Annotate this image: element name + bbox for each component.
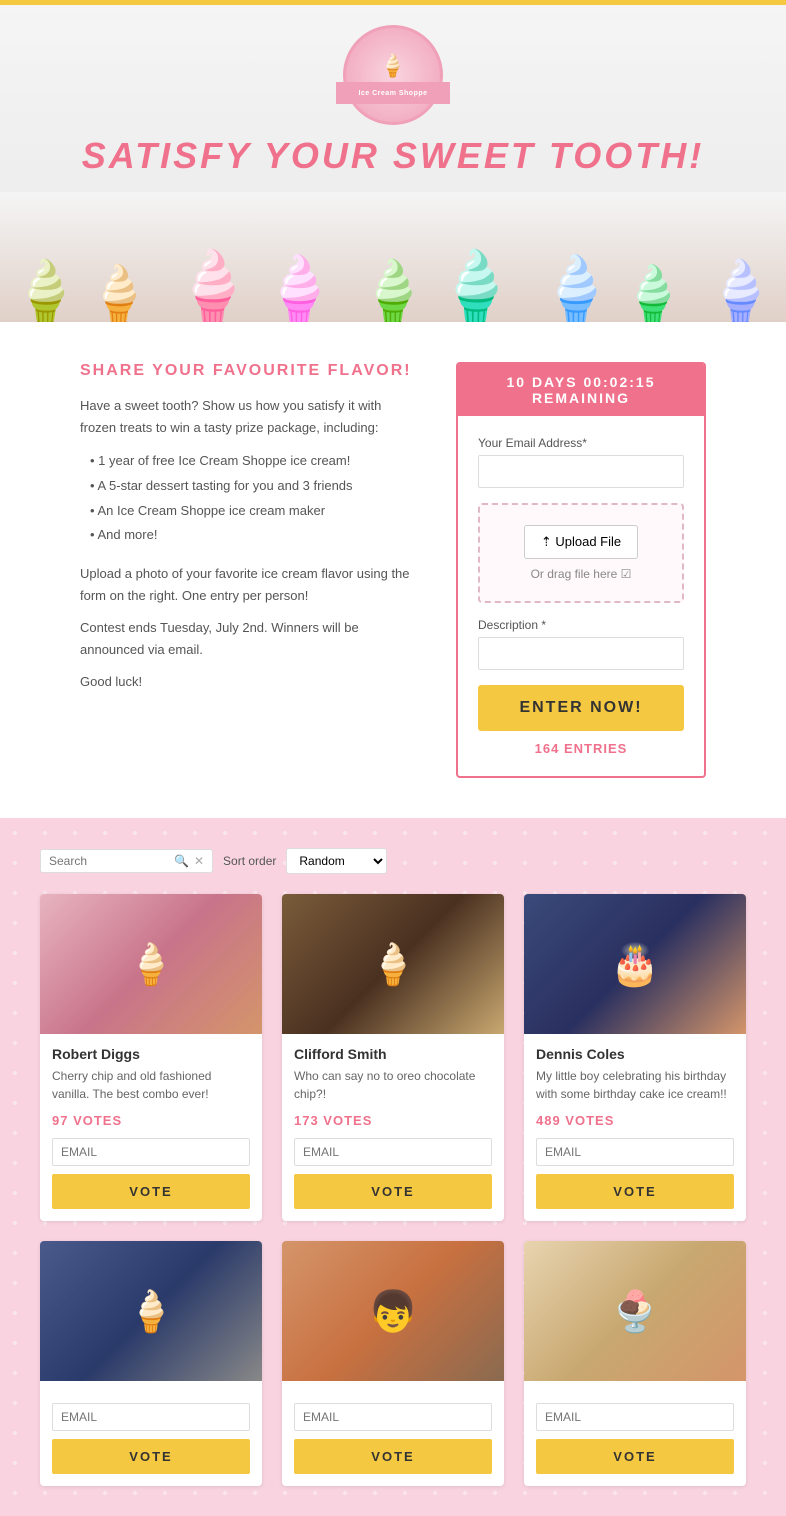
- search-box: 🔍 ✕: [40, 849, 213, 873]
- prize-list: 1 year of free Ice Cream Shoppe ice crea…: [80, 449, 416, 548]
- description-input[interactable]: [478, 637, 684, 670]
- drag-icon: ☑: [621, 567, 632, 581]
- card-body-5: VOTE: [282, 1381, 504, 1486]
- contest-form: 10 DAYS 00:02:15 REMAINING Your Email Ad…: [456, 362, 706, 778]
- left-panel: SHARE YOUR FAVOURITE FLAVOR! Have a swee…: [80, 362, 416, 778]
- main-content: SHARE YOUR FAVOURITE FLAVOR! Have a swee…: [0, 322, 786, 818]
- prize-item-2: A 5-star dessert tasting for you and 3 f…: [90, 474, 416, 499]
- card-email-4[interactable]: [52, 1403, 250, 1431]
- card-votes-3: 489 VOTES: [536, 1113, 734, 1128]
- contest-info: Contest ends Tuesday, July 2nd. Winners …: [80, 617, 416, 661]
- card-image-1: 🍦: [40, 894, 262, 1034]
- drag-text: Or drag file here ☑: [500, 567, 662, 581]
- card-desc-2: Who can say no to oreo chocolate chip?!: [294, 1067, 492, 1103]
- hero-image-bar: 🍦 🍦 🍦 🍦 🍦 🍦 🍦 🍦 🍦: [0, 192, 786, 322]
- card-email-6[interactable]: [536, 1403, 734, 1431]
- card-name-2: Clifford Smith: [294, 1046, 492, 1062]
- vote-button-3[interactable]: VOTE: [536, 1174, 734, 1209]
- email-label: Your Email Address*: [478, 436, 684, 450]
- vote-button-1[interactable]: VOTE: [52, 1174, 250, 1209]
- contest-box: 10 DAYS 00:02:15 REMAINING Your Email Ad…: [456, 362, 706, 778]
- gallery-card: 🍨 VOTE: [524, 1241, 746, 1486]
- prize-item-1: 1 year of free Ice Cream Shoppe ice crea…: [90, 449, 416, 474]
- vote-button-4[interactable]: VOTE: [52, 1439, 250, 1474]
- card-desc-3: My little boy celebrating his birthday w…: [536, 1067, 734, 1103]
- card-desc-1: Cherry chip and old fashioned vanilla. T…: [52, 1067, 250, 1103]
- upload-label: Upload File: [555, 534, 621, 549]
- card-email-2[interactable]: [294, 1138, 492, 1166]
- card-name-1: Robert Diggs: [52, 1046, 250, 1062]
- card-name-3: Dennis Coles: [536, 1046, 734, 1062]
- prize-item-4: And more!: [90, 523, 416, 548]
- good-luck: Good luck!: [80, 671, 416, 693]
- card-email-3[interactable]: [536, 1138, 734, 1166]
- description-label: Description *: [478, 618, 684, 632]
- card-email-1[interactable]: [52, 1138, 250, 1166]
- sort-select[interactable]: Random Most Votes Least Votes Newest Old…: [286, 848, 387, 874]
- vote-button-2[interactable]: VOTE: [294, 1174, 492, 1209]
- upload-area: ⇡ Upload File Or drag file here ☑: [478, 503, 684, 603]
- card-image-2: 🍦: [282, 894, 504, 1034]
- logo-circle: 🍦 Ice Cream Shoppe: [343, 25, 443, 125]
- hero-section: 🍦 Ice Cream Shoppe SATISFY YOUR SWEET TO…: [0, 5, 786, 322]
- gallery-card: 👦 VOTE: [282, 1241, 504, 1486]
- upload-icon: ⇡: [541, 534, 552, 549]
- entries-count: 164 ENTRIES: [478, 741, 684, 756]
- card-body-2: Clifford Smith Who can say no to oreo ch…: [282, 1034, 504, 1221]
- gallery-toolbar: 🔍 ✕ Sort order Random Most Votes Least V…: [40, 848, 746, 874]
- intro-text: Have a sweet tooth? Show us how you sati…: [80, 395, 416, 439]
- gallery-card: 🎂 Dennis Coles My little boy celebrating…: [524, 894, 746, 1221]
- hero-title: SATISFY YOUR SWEET TOOTH!: [0, 135, 786, 177]
- card-image-3: 🎂: [524, 894, 746, 1034]
- search-input[interactable]: [49, 854, 169, 868]
- prize-item-3: An Ice Cream Shoppe ice cream maker: [90, 499, 416, 524]
- gallery-grid: 🍦 Robert Diggs Cherry chip and old fashi…: [40, 894, 746, 1486]
- sort-label: Sort order: [223, 854, 276, 868]
- card-image-6: 🍨: [524, 1241, 746, 1381]
- card-votes-1: 97 VOTES: [52, 1113, 250, 1128]
- card-image-5: 👦: [282, 1241, 504, 1381]
- section-title: SHARE YOUR FAVOURITE FLAVOR!: [80, 362, 416, 380]
- clear-icon[interactable]: ✕: [194, 854, 204, 868]
- card-body-4: VOTE: [40, 1381, 262, 1486]
- timer-bar: 10 DAYS 00:02:15 REMAINING: [458, 364, 704, 416]
- upload-text: Upload a photo of your favorite ice crea…: [80, 563, 416, 607]
- card-body-1: Robert Diggs Cherry chip and old fashion…: [40, 1034, 262, 1221]
- logo-container: 🍦 Ice Cream Shoppe: [0, 25, 786, 125]
- card-body-6: VOTE: [524, 1381, 746, 1486]
- card-image-4: 🍦: [40, 1241, 262, 1381]
- card-body-3: Dennis Coles My little boy celebrating h…: [524, 1034, 746, 1221]
- gallery-card: 🍦 Robert Diggs Cherry chip and old fashi…: [40, 894, 262, 1221]
- email-input[interactable]: [478, 455, 684, 488]
- vote-button-6[interactable]: VOTE: [536, 1439, 734, 1474]
- gallery-section: 🔍 ✕ Sort order Random Most Votes Least V…: [0, 818, 786, 1516]
- card-email-5[interactable]: [294, 1403, 492, 1431]
- upload-button[interactable]: ⇡ Upload File: [524, 525, 638, 559]
- search-icon: 🔍: [174, 854, 189, 868]
- card-votes-2: 173 VOTES: [294, 1113, 492, 1128]
- gallery-card: 🍦 VOTE: [40, 1241, 262, 1486]
- gallery-card: 🍦 Clifford Smith Who can say no to oreo …: [282, 894, 504, 1221]
- enter-button[interactable]: ENTER NOW!: [478, 685, 684, 731]
- vote-button-5[interactable]: VOTE: [294, 1439, 492, 1474]
